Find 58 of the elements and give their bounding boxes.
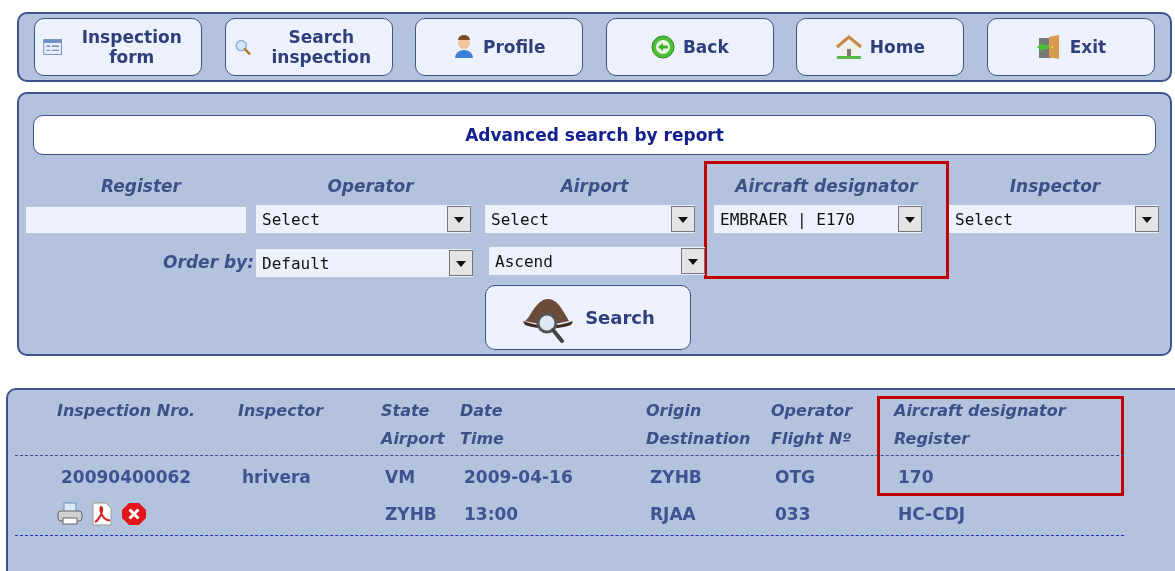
column-header: Inspector	[238, 400, 325, 420]
caret-icon	[449, 250, 473, 276]
input-field[interactable]	[26, 207, 246, 233]
order-label: Order by:	[163, 252, 254, 272]
column-header: Inspection Nro.	[57, 400, 197, 420]
table-cell-text: OTG	[774, 467, 816, 487]
caret-icon	[898, 206, 922, 232]
filter-label: Operator	[327, 176, 414, 196]
dropdown[interactable]: Select	[485, 205, 695, 233]
house-icon	[835, 35, 862, 59]
user-icon	[452, 35, 475, 59]
filter-label: Airport	[560, 176, 629, 196]
filter-label: Inspector	[1009, 176, 1101, 196]
table-cell-text: ZYHB	[649, 467, 703, 487]
filter-label: Aircraft designator	[735, 176, 918, 196]
toolbar-button[interactable]: Search inspection	[224, 18, 393, 76]
door-icon	[1035, 34, 1062, 60]
column-header: Airport	[381, 428, 446, 448]
panel-title: Advanced search by report	[33, 115, 1156, 155]
filter-label: Register	[101, 176, 181, 196]
toolbar-button[interactable]: Back	[605, 18, 774, 76]
dropdown[interactable]: Select	[256, 205, 471, 233]
column-header: Register	[894, 428, 971, 448]
dropdown[interactable]: Default	[256, 249, 473, 277]
toolbar-button[interactable]: Exit	[986, 18, 1155, 76]
column-header: Time	[460, 428, 505, 448]
column-header: Date	[460, 400, 504, 420]
printer-icon[interactable]	[57, 502, 83, 526]
caret-icon	[1135, 206, 1159, 232]
column-header: State	[381, 400, 431, 420]
table-cell-text: ZYHB	[384, 504, 438, 524]
table-cell-text: 170	[897, 467, 935, 487]
toolbar-button[interactable]: Home	[796, 18, 965, 76]
delete-icon[interactable]	[121, 502, 147, 526]
column-header: Destination	[646, 428, 752, 448]
caret-icon	[671, 206, 695, 232]
table-cell-text: HC-CDJ	[897, 504, 967, 524]
dropdown[interactable]: Ascend	[489, 247, 705, 275]
column-header: Origin	[646, 400, 703, 420]
toolbar-button[interactable]: Profile	[415, 18, 584, 76]
caret-icon	[681, 248, 705, 274]
table-cell-text: 033	[774, 504, 812, 524]
search-button[interactable]: Search	[485, 285, 691, 350]
pdf-icon[interactable]	[89, 502, 115, 526]
dropdown[interactable]: Select	[949, 205, 1159, 233]
table-cell-text: 2009-04-16	[463, 467, 574, 487]
table-cell-text: 13:00	[463, 504, 520, 524]
table-cell-text: 20090400062	[60, 467, 193, 487]
column-header: Aircraft designator	[894, 400, 1068, 420]
form-icon	[43, 37, 63, 57]
table-cell-text: hrivera	[241, 467, 312, 487]
table-cell-text: RJAA	[649, 504, 697, 524]
dropdown[interactable]: EMBRAER | E170	[714, 205, 922, 233]
toolbar-button[interactable]: Inspection form	[34, 18, 202, 76]
column-header: Operator	[771, 400, 854, 420]
column-header: Flight Nº	[771, 428, 853, 448]
table-cell-text: VM	[384, 467, 417, 487]
caret-icon	[447, 206, 471, 232]
